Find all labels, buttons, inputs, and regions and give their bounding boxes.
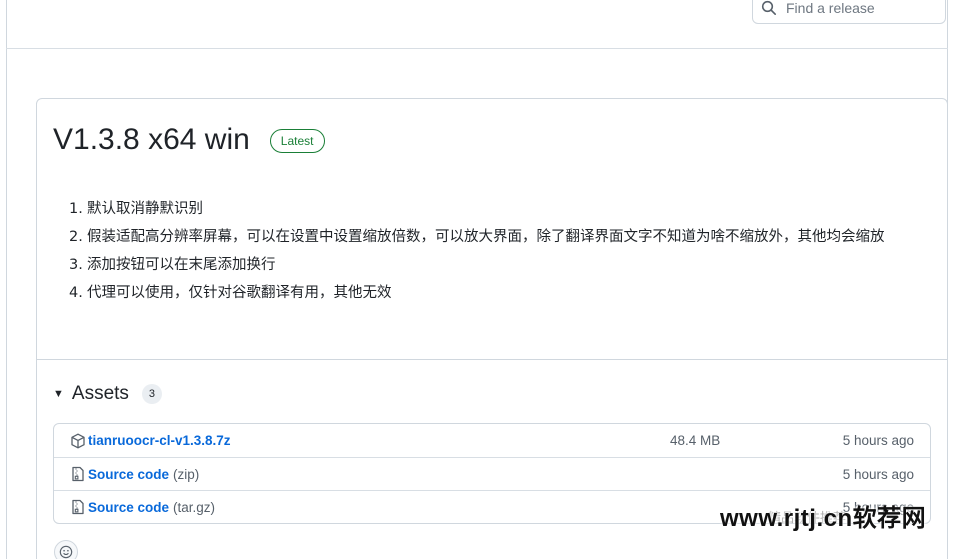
release-note-item: 3. 添加按钮可以在末尾添加换行 [69, 253, 929, 277]
assets-count-badge: 3 [141, 384, 162, 404]
search-icon [761, 0, 776, 15]
assets-toggle[interactable]: ▼ Assets 3 [53, 383, 162, 405]
note-text: 默认取消静默识别 [87, 201, 203, 217]
asset-ext: (zip) [173, 466, 200, 482]
asset-row: tianruoocr-cl-v1.3.8.7z 48.4 MB 5 hours … [54, 424, 930, 457]
asset-time: 5 hours ago [842, 433, 914, 448]
note-number: 3. [69, 257, 83, 273]
assets-title: Assets [71, 383, 129, 404]
latest-badge: Latest [269, 129, 325, 153]
release-search-input[interactable] [786, 0, 936, 16]
note-text: 假装适配高分辨率屏幕，可以在设置中设置缩放倍数，可以放大界面，除了翻译界面文字不… [87, 229, 885, 245]
asset-download-link[interactable]: tianruoocr-cl-v1.3.8.7z [88, 433, 231, 448]
file-zip-icon [72, 499, 84, 515]
note-text: 添加按钮可以在末尾添加换行 [87, 257, 276, 273]
add-reaction-button[interactable] [54, 540, 78, 559]
card-divider [37, 359, 947, 360]
release-card: V1.3.8 x64 win Latest 1. 默认取消静默识别 2. 假装适… [36, 98, 948, 559]
asset-ext: (tar.gz) [173, 499, 216, 515]
asset-name: Source code [88, 466, 170, 482]
note-number: 2. [69, 229, 83, 245]
note-number: 4. [69, 285, 83, 301]
release-title: V1.3.8 x64 win Latest [53, 123, 325, 157]
asset-row: Source code (zip) 5 hours ago [54, 457, 930, 490]
asset-time: 5 hours ago [842, 466, 914, 482]
note-number: 1. [69, 201, 83, 217]
release-note-item: 2. 假装适配高分辨率屏幕，可以在设置中设置缩放倍数，可以放大界面，除了翻译界面… [69, 225, 929, 249]
asset-size: 48.4 MB [670, 433, 721, 448]
site-watermark: www.rjtj.cn软荐网 [720, 505, 927, 532]
package-icon [71, 433, 85, 448]
release-note-item: 1. 默认取消静默识别 [69, 197, 929, 221]
release-title-text[interactable]: V1.3.8 x64 win [53, 123, 250, 157]
asset-name: Source code [88, 499, 170, 515]
smiley-icon [59, 545, 73, 559]
note-text: 代理可以使用，仅针对谷歌翻译有用，其他无效 [87, 285, 392, 301]
asset-name: tianruoocr-cl-v1.3.8.7z [88, 433, 231, 448]
asset-download-link[interactable]: Source code [88, 500, 169, 515]
caret-down-icon: ▼ [53, 388, 64, 400]
header-divider [6, 48, 948, 49]
release-note-item: 4. 代理可以使用，仅针对谷歌翻译有用，其他无效 [69, 281, 929, 305]
asset-download-link[interactable]: Source code [88, 467, 169, 482]
file-zip-icon [72, 466, 84, 482]
release-notes: 1. 默认取消静默识别 2. 假装适配高分辨率屏幕，可以在设置中设置缩放倍数，可… [69, 197, 929, 309]
release-search[interactable] [752, 0, 946, 24]
